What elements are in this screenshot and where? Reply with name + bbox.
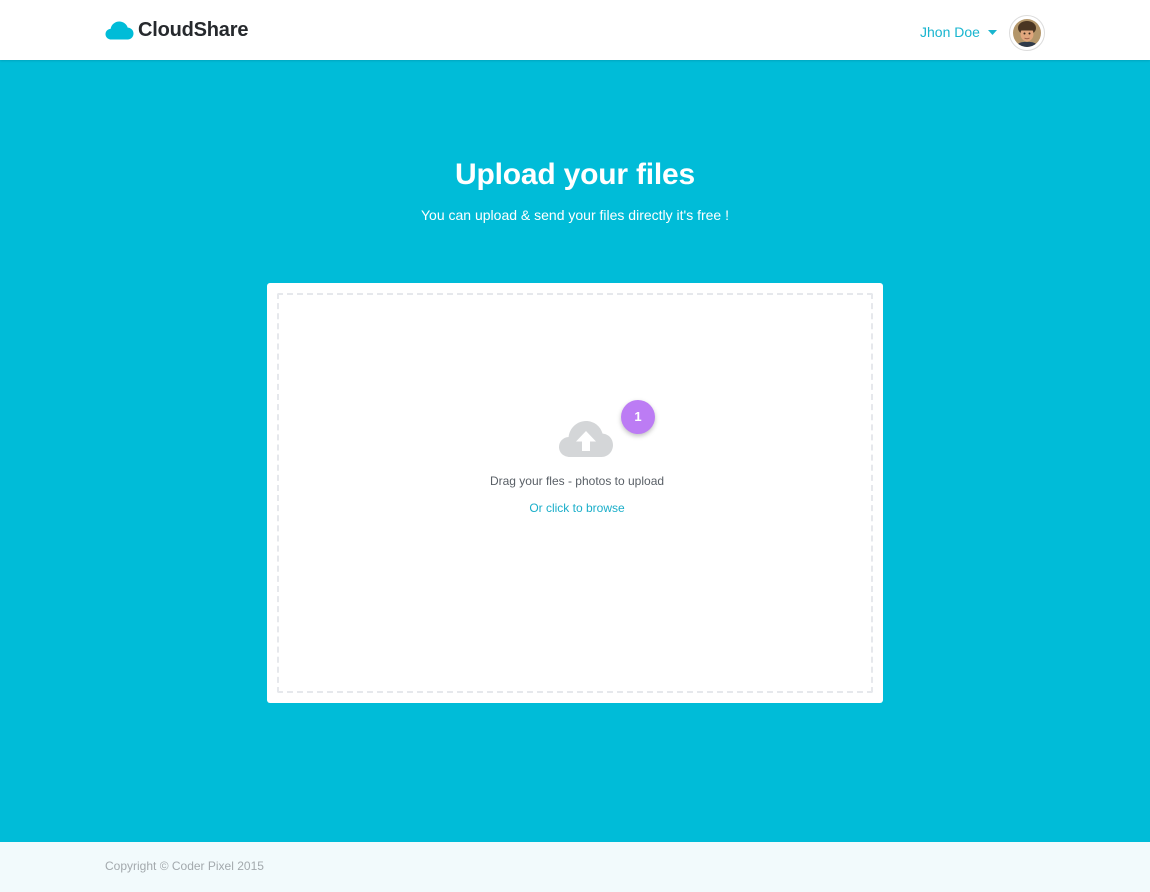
brand-name: CloudShare <box>138 18 249 41</box>
user-name: Jhon Doe <box>920 24 980 40</box>
browse-link-row: Or click to browse <box>279 501 875 515</box>
upload-card: 1 Drag your fles - photos to upload Or c… <box>267 283 883 703</box>
chevron-down-icon <box>987 29 997 35</box>
cloud-upload-icon <box>559 421 613 457</box>
brand-logo[interactable]: CloudShare <box>105 18 248 42</box>
top-navbar: CloudShare Jhon Doe <box>0 0 1150 60</box>
user-avatar-icon <box>1013 19 1041 47</box>
avatar[interactable] <box>1009 15 1045 51</box>
file-count-badge: 1 <box>621 400 655 434</box>
user-menu-toggle[interactable]: Jhon Doe <box>920 24 997 40</box>
page-footer: Copyright © Coder Pixel 2015 <box>0 842 1150 892</box>
drop-instructions: Drag your fles - photos to upload <box>489 474 665 488</box>
file-dropzone[interactable]: 1 Drag your fles - photos to upload Or c… <box>277 293 873 693</box>
cloud-icon <box>105 21 134 40</box>
page-title: Upload your files <box>455 158 695 191</box>
browse-files-link[interactable]: Or click to browse <box>529 501 624 515</box>
page-subtitle: You can upload & send your files directl… <box>421 207 729 223</box>
copyright-text: Copyright © Coder Pixel 2015 <box>105 859 264 873</box>
